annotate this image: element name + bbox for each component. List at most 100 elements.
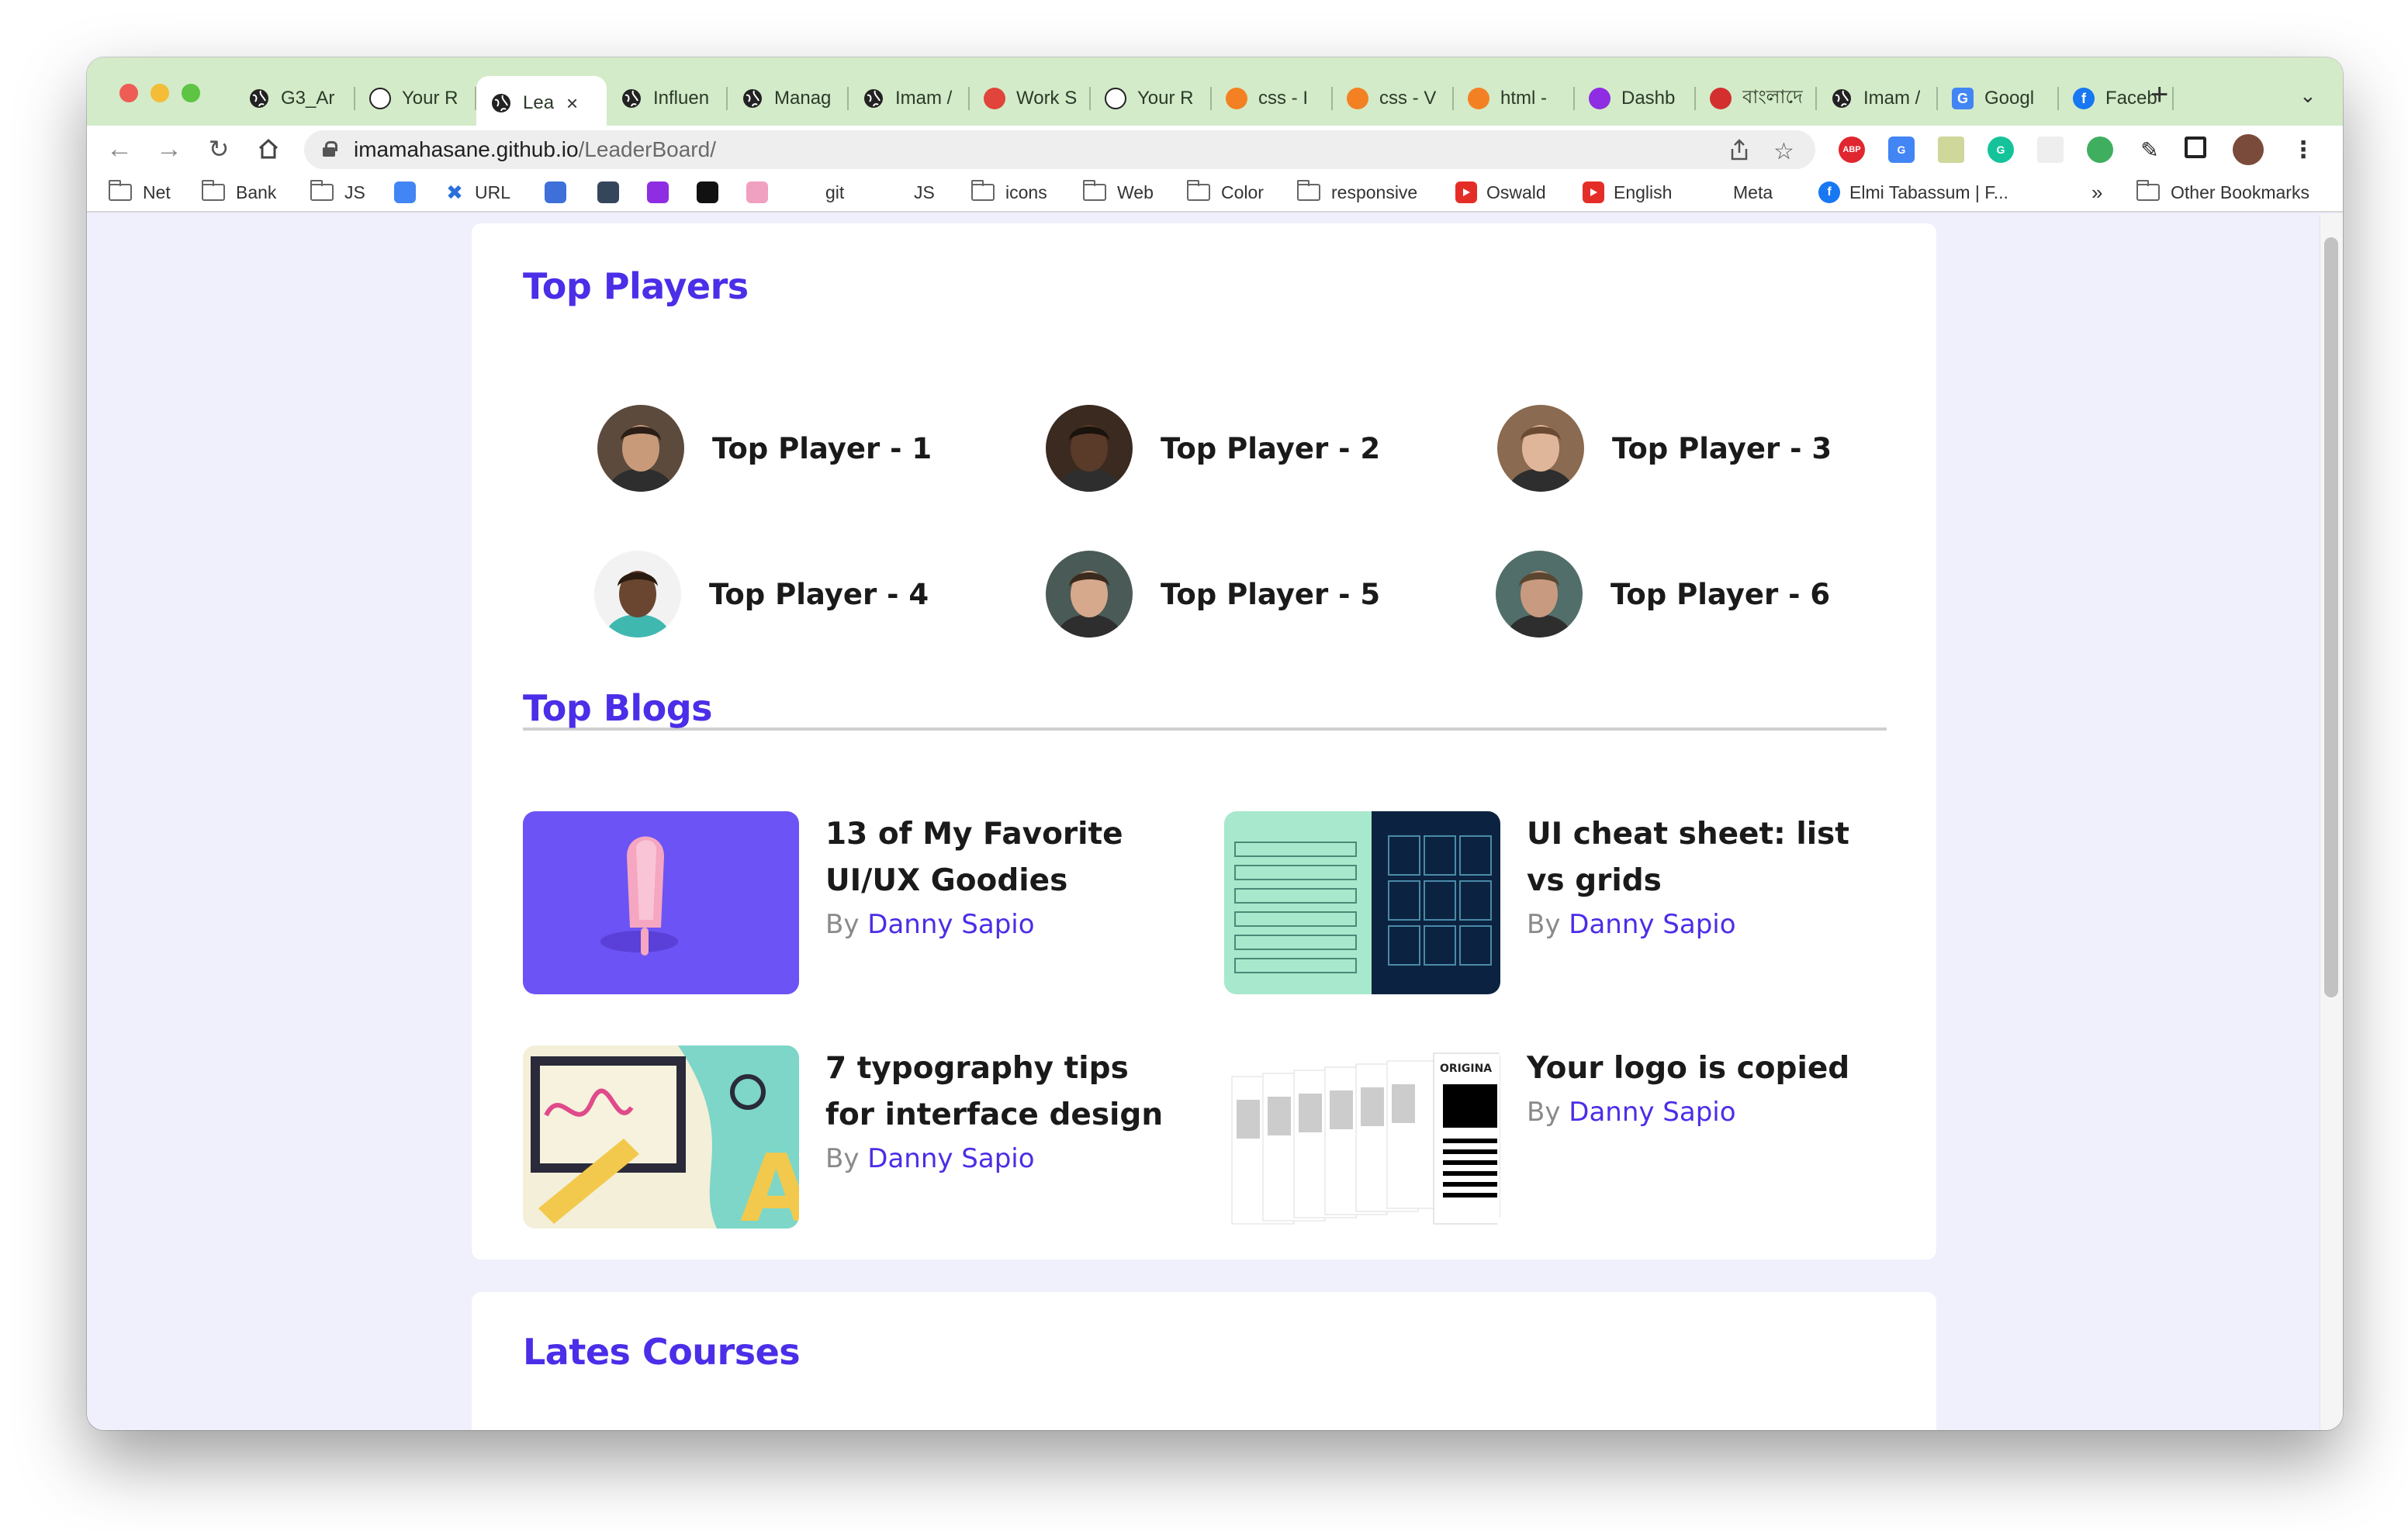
share-icon[interactable] [1728,138,1750,168]
tab-4[interactable]: Influen [607,76,728,121]
bookmark-responsive[interactable]: responsive [1296,180,1417,205]
bookmark-label: Color [1221,181,1264,202]
bookmark-icon-9[interactable] [697,180,728,205]
adblock-plus-icon[interactable]: ABP [1839,137,1865,163]
folder-icon [201,180,225,201]
tab-7[interactable]: Work S [970,76,1091,121]
tab-5[interactable]: Manag [728,76,849,121]
tab-10[interactable]: css - V [1333,76,1454,121]
grid-extension-icon[interactable] [2037,137,2064,163]
bookmark-english[interactable]: English [1583,180,1672,205]
blog-title[interactable]: UI cheat sheet: list vs grids [1527,811,1884,904]
player-5[interactable]: Top Player - 5 [1046,551,1380,638]
blog-author-link[interactable]: Danny Sapio [867,909,1034,940]
bookmark-icon-7[interactable] [597,180,628,205]
blog-thumbnail[interactable] [523,811,799,994]
tab-2[interactable]: Your R [355,76,476,121]
blog-author-link[interactable]: Danny Sapio [1569,909,1735,940]
minimize-window-button[interactable] [150,84,169,102]
facebook-icon: f [1818,181,1840,203]
bookmark-js[interactable]: JS [310,180,365,205]
bookmark-icon-10[interactable] [746,180,777,205]
other-bookmarks-folder[interactable]: Other Bookmarks [2136,180,2309,205]
player-6[interactable]: Top Player - 6 [1496,551,1830,638]
bookmark-bank[interactable]: Bank [201,180,276,205]
tab-label: Imam / [1863,88,1921,109]
globe-icon [863,88,884,109]
folder-icon [970,180,995,201]
home-button[interactable] [253,133,284,164]
bookmark-web[interactable]: Web [1082,180,1154,205]
bookmark-icons[interactable]: icons [970,180,1047,205]
blog-card-3[interactable]: A 7 typography tips for interface design B… [523,1045,1182,1229]
bookmark-js[interactable]: JS [914,180,935,205]
tab-11[interactable]: html - [1454,76,1575,121]
blog-title[interactable]: 13 of My Favorite UI/UX Goodies [825,811,1182,904]
bookmark-net[interactable]: Net [108,180,171,205]
tab-label: css - V [1379,88,1437,109]
bookmark-label: icons [1005,181,1047,202]
blog-thumbnail[interactable]: A [523,1045,799,1229]
player-name: Top Player - 2 [1161,431,1381,465]
scrollbar-thumb[interactable] [2324,237,2338,997]
bookmark-git[interactable]: git [825,180,844,205]
player-2[interactable]: Top Player - 2 [1046,405,1380,492]
close-tab-icon[interactable]: × [566,92,578,116]
tab-15[interactable]: G Googl [1938,76,2059,121]
blog-thumbnail[interactable]: ORIGINA [1224,1045,1500,1229]
bookmark-label: git [825,181,845,202]
blog-title[interactable]: 7 typography tips for interface design [825,1045,1182,1139]
scrollbar-track[interactable] [2320,214,2343,1430]
player-4[interactable]: Top Player - 4 [594,551,929,638]
bookmark-icon-6[interactable] [545,180,576,205]
bookmark-icon-8[interactable] [647,180,678,205]
player-1[interactable]: Top Player - 1 [597,405,932,492]
grammarly-icon[interactable]: G [1988,137,2014,163]
blog-card-4[interactable]: ORIGINA Your logo is copied By Danny Sapio [1224,1045,1884,1229]
tab-6[interactable]: Imam / [849,76,970,121]
translate-extension-icon[interactable]: G [1888,137,1915,163]
player-3[interactable]: Top Player - 3 [1497,405,1832,492]
tab-separator [2172,87,2174,110]
tab-14[interactable]: Imam / [1817,76,1938,121]
url-icon: ✖ [446,180,463,204]
globe-icon [1831,88,1853,109]
more-bookmarks-button[interactable]: » [2091,180,2102,205]
bookmark-oswald[interactable]: Oswald [1455,180,1546,205]
url-text[interactable]: imamahasane.github.io/LeaderBoard/ [354,137,716,162]
tab-8[interactable]: Your R [1091,76,1212,121]
tab-13[interactable]: বাংলাদে [1696,76,1817,121]
bookmark-color[interactable]: Color [1186,180,1264,205]
blog-author-link[interactable]: Danny Sapio [1569,1097,1735,1128]
blog-author-link[interactable]: Danny Sapio [867,1143,1034,1174]
bookmark-meta[interactable]: Meta [1733,180,1773,205]
tab-9[interactable]: css - I [1212,76,1333,121]
tab-search-chevron-icon[interactable]: ⌄ [2299,84,2316,108]
bookmark-elmi-tabassum-f[interactable]: f Elmi Tabassum | F... [1818,180,2008,205]
reload-button[interactable]: ↻ [203,133,234,164]
bookmark-url[interactable]: ✖ URL [444,180,510,205]
tab-label: Work S [1016,88,1078,109]
new-tab-button[interactable]: + [2150,79,2168,110]
forward-button[interactable]: → [154,133,185,164]
back-button[interactable]: ← [104,133,135,164]
blog-title[interactable]: Your logo is copied [1527,1045,1884,1092]
notes-extension-icon[interactable] [1938,137,1964,163]
blog-thumbnail[interactable] [1224,811,1500,994]
tab-1[interactable]: G3_Ar [234,76,355,121]
extensions-puzzle-icon[interactable]: ✎ [2136,137,2163,163]
bookmark-star-icon[interactable]: ☆ [1773,138,1794,165]
tab-12[interactable]: Dashb [1575,76,1696,121]
blog-card-1[interactable]: 13 of My Favorite UI/UX Goodies By Danny … [523,811,1182,994]
whatsapp-extension-icon[interactable] [2087,137,2113,163]
dashboard-icon [1589,88,1611,109]
zoom-window-button[interactable] [182,84,200,102]
bookmark-icon-4[interactable] [394,180,425,205]
close-window-button[interactable] [119,84,138,102]
blog-card-2[interactable]: UI cheat sheet: list vs grids By Danny Sa… [1224,811,1884,994]
browser-menu-icon[interactable]: ⋮ [2290,137,2316,163]
side-panel-icon[interactable] [2185,137,2206,158]
tab-3[interactable]: Lea × [476,76,607,130]
address-bar[interactable]: imamahasane.github.io/LeaderBoard/ ☆ [304,130,1815,169]
profile-avatar[interactable] [2233,134,2264,165]
